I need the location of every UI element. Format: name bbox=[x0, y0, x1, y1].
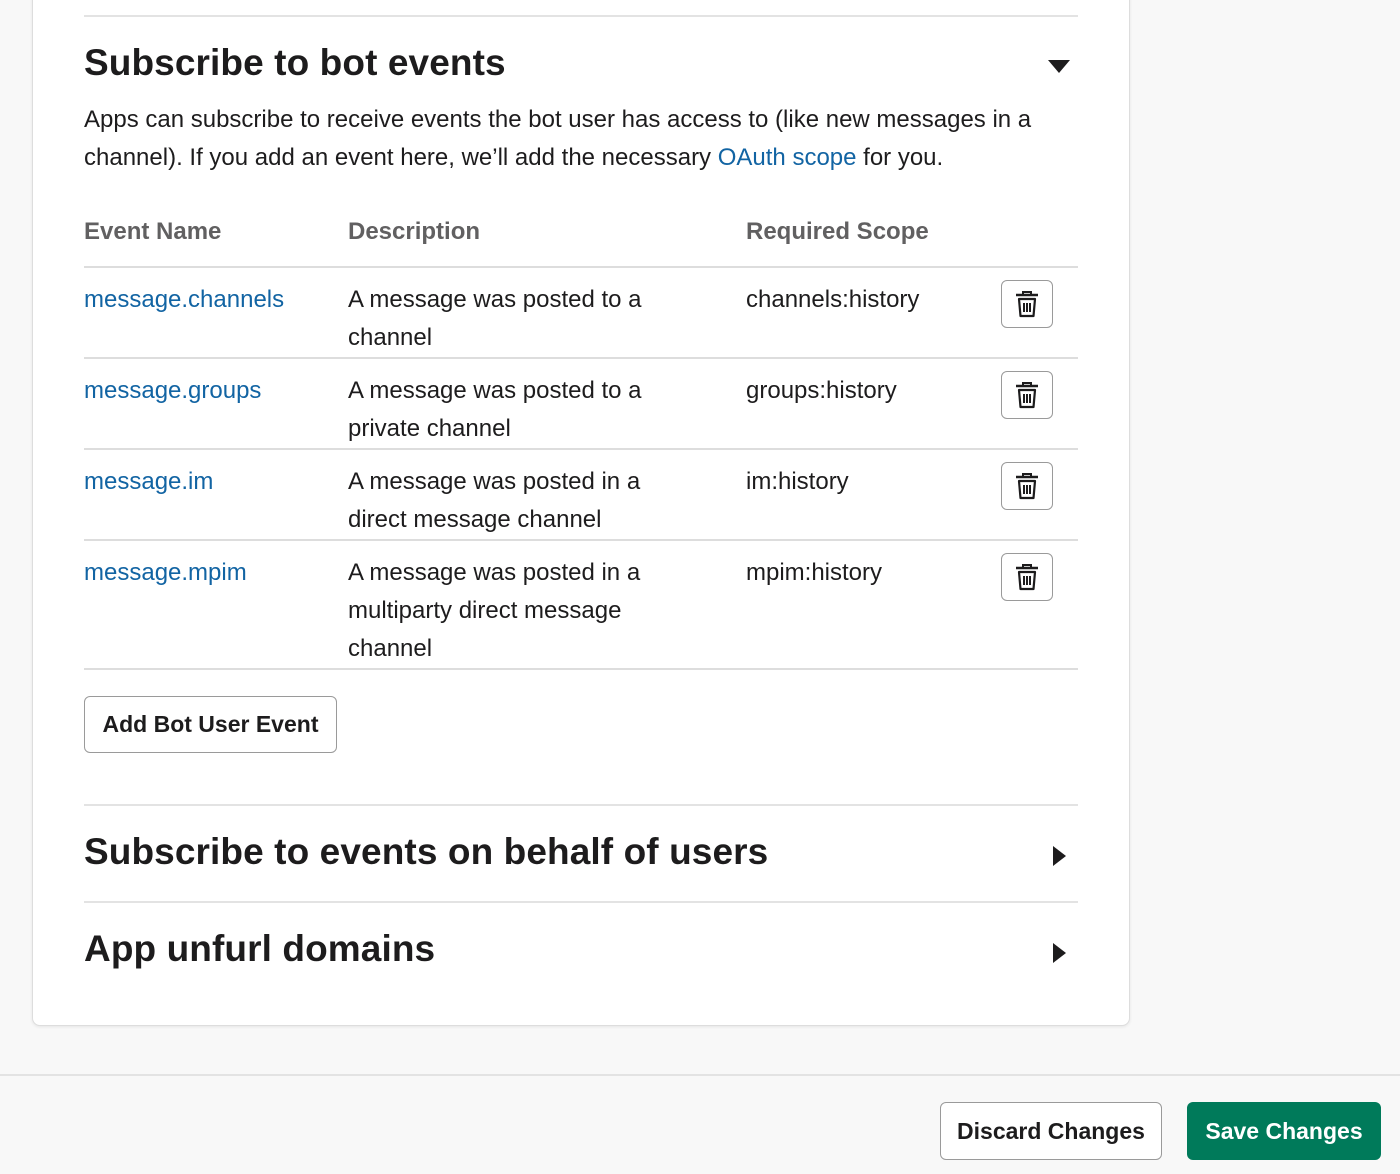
event-link-message-mpim[interactable]: message.mpim bbox=[84, 554, 247, 592]
event-description: A message was posted to a channel bbox=[348, 281, 642, 357]
add-bot-user-event-button[interactable]: Add Bot User Event bbox=[84, 696, 337, 753]
description-line: A message was posted to a bbox=[348, 286, 642, 313]
save-changes-button[interactable]: Save Changes bbox=[1187, 1102, 1381, 1160]
column-header-event-name: Event Name bbox=[84, 218, 222, 245]
table-row-divider bbox=[84, 357, 1078, 359]
event-scope: mpim:history bbox=[746, 559, 883, 586]
event-link-message-groups[interactable]: message.groups bbox=[84, 372, 261, 410]
trash-icon bbox=[1016, 291, 1038, 318]
caret-down-icon[interactable] bbox=[1048, 60, 1070, 73]
description-line: A message was posted in a bbox=[348, 468, 641, 495]
description-line: multiparty direct message bbox=[348, 597, 622, 624]
event-description: A message was posted in a multiparty dir… bbox=[348, 554, 640, 668]
table-row-divider bbox=[84, 668, 1078, 670]
unfurl-domains-title[interactable]: App unfurl domains bbox=[84, 928, 435, 970]
column-header-required-scope: Required Scope bbox=[746, 218, 929, 245]
discard-changes-button[interactable]: Discard Changes bbox=[940, 1102, 1162, 1160]
caret-right-icon[interactable] bbox=[1053, 846, 1066, 866]
trash-icon bbox=[1016, 473, 1038, 500]
description-line: private channel bbox=[348, 415, 511, 442]
event-description: A message was posted in a direct message… bbox=[348, 463, 640, 539]
table-row-divider bbox=[84, 539, 1078, 541]
trash-icon bbox=[1016, 382, 1038, 409]
delete-event-button[interactable] bbox=[1001, 553, 1053, 601]
oauth-scope-link[interactable]: OAuth scope bbox=[718, 144, 857, 171]
column-header-description: Description bbox=[348, 218, 481, 245]
table-row-divider bbox=[84, 448, 1078, 450]
description-line: channel bbox=[348, 324, 433, 351]
user-events-title[interactable]: Subscribe to events on behalf of users bbox=[84, 831, 768, 873]
description-text-end: for you. bbox=[856, 144, 944, 171]
event-scope: groups:history bbox=[746, 377, 897, 404]
description-line: direct message channel bbox=[348, 506, 602, 533]
description-line: A message was posted to a bbox=[348, 377, 642, 404]
delete-event-button[interactable] bbox=[1001, 280, 1053, 328]
section-divider bbox=[84, 804, 1078, 806]
description-line: A message was posted in a bbox=[348, 559, 641, 586]
bot-events-description: Apps can subscribe to receive events the… bbox=[84, 101, 1078, 177]
caret-right-icon[interactable] bbox=[1053, 943, 1066, 963]
delete-event-button[interactable] bbox=[1001, 462, 1053, 510]
event-link-message-im[interactable]: message.im bbox=[84, 463, 213, 501]
table-divider bbox=[84, 266, 1078, 268]
divider bbox=[84, 15, 1078, 17]
description-line: channel bbox=[348, 635, 433, 662]
event-link-message-channels[interactable]: message.channels bbox=[84, 281, 284, 319]
delete-event-button[interactable] bbox=[1001, 371, 1053, 419]
section-divider bbox=[84, 901, 1078, 903]
trash-icon bbox=[1016, 564, 1038, 591]
event-scope: im:history bbox=[746, 468, 849, 495]
bot-events-title[interactable]: Subscribe to bot events bbox=[84, 42, 506, 84]
event-description: A message was posted to a private channe… bbox=[348, 372, 642, 448]
event-scope: channels:history bbox=[746, 286, 920, 313]
